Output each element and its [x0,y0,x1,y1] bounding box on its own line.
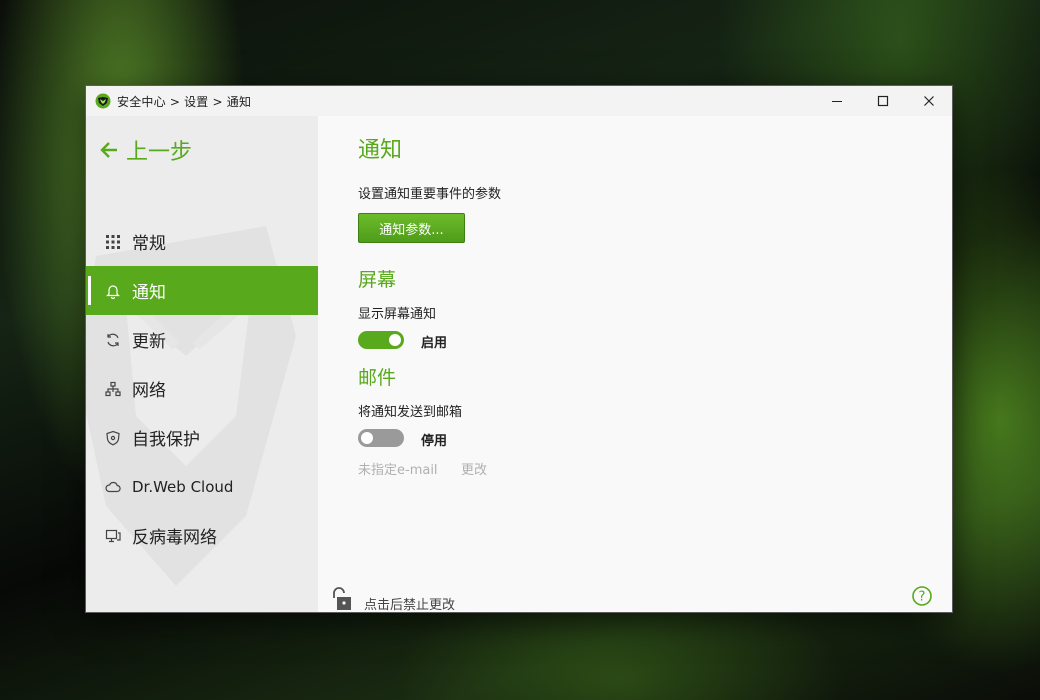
change-email-link[interactable]: 更改 [461,459,487,478]
minimize-button[interactable] [814,86,860,116]
sidebar-item-self-protection[interactable]: 自我保护 [86,413,318,462]
arrow-left-icon [100,142,117,158]
sidebar-item-drweb-cloud[interactable]: Dr.Web Cloud [86,462,318,511]
sidebar-item-update[interactable]: 更新 [86,315,318,364]
sidebar-item-network[interactable]: 网络 [86,364,318,413]
lock-settings-control[interactable]: 点击后禁止更改 [330,586,455,612]
grid-icon [104,233,122,251]
cloud-icon [104,478,122,496]
sidebar-item-antivirus-network[interactable]: 反病毒网络 [86,511,318,560]
shield-icon [104,429,122,447]
close-button[interactable] [906,86,952,116]
page-title: 通知 [358,138,403,163]
lock-label: 点击后禁止更改 [364,598,456,612]
sidebar-item-notifications[interactable]: 通知 [86,266,318,315]
sidebar-item-label: 更新 [132,332,166,352]
drweb-logo-icon [95,93,111,109]
sidebar-item-label: 通知 [132,283,166,303]
title-bar[interactable]: 安全中心 > 设置 > 通知 [86,86,952,116]
network-icon [104,380,122,398]
sidebar-item-label: Dr.Web Cloud [132,477,234,496]
screen-notification-toggle[interactable] [358,331,404,349]
bell-icon [104,282,122,300]
refresh-icon [104,331,122,349]
screen-toggle-label: 启用 [421,336,448,351]
settings-window: 安全中心 > 设置 > 通知 上一步 常规 通知 更新 网络 自我保护 Dr.W… [86,86,952,612]
maximize-icon [877,95,889,107]
svg-text:?: ? [919,590,926,605]
screen-description: 显示屏幕通知 [358,307,437,322]
toggle-knob [361,432,373,444]
mail-toggle-label: 停用 [421,434,448,449]
unlock-icon [333,586,351,610]
toggle-knob [389,334,401,346]
sidebar-item-general[interactable]: 常规 [86,217,318,266]
sidebar-item-label: 反病毒网络 [132,528,217,548]
main-panel: 通知 设置通知重要事件的参数 通知参数... 屏幕 显示屏幕通知 启用 邮件 将… [318,116,952,612]
maximize-button[interactable] [860,86,906,116]
notification-settings-button[interactable]: 通知参数... [358,213,465,243]
mail-description: 将通知发送到邮箱 [358,405,463,420]
sidebar: 上一步 常规 通知 更新 网络 自我保护 Dr.Web Cloud 反病毒网络 [86,116,318,612]
monitor-icon [104,527,122,545]
sidebar-item-label: 自我保护 [132,430,200,450]
email-status: 未指定e-mail [358,463,438,478]
minimize-icon [832,101,842,102]
notify-description: 设置通知重要事件的参数 [358,187,502,202]
mail-notification-toggle[interactable] [358,429,404,447]
mail-section-title: 邮件 [358,367,397,389]
screen-section-title: 屏幕 [358,269,397,291]
back-label: 上一步 [126,140,193,165]
breadcrumb: 安全中心 > 设置 > 通知 [117,94,252,109]
back-button[interactable]: 上一步 [100,134,192,166]
help-icon[interactable]: ? [912,586,932,606]
sidebar-item-label: 常规 [132,234,166,254]
close-icon [924,96,934,106]
sidebar-item-label: 网络 [132,381,166,401]
